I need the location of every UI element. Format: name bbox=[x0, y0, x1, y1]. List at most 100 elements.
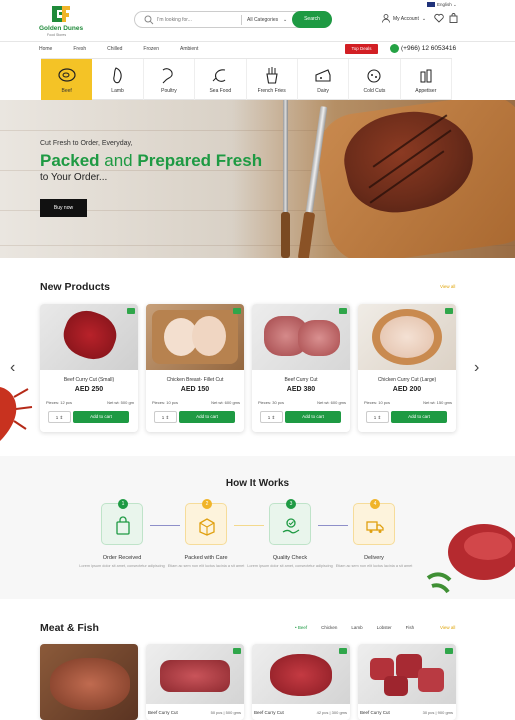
language-selector[interactable]: English ⌄ bbox=[427, 2, 457, 8]
add-to-cart-button[interactable]: Add to cart bbox=[285, 411, 341, 423]
product-card[interactable]: Chicken Curry Cut (Large) AED 200 Pieces… bbox=[358, 304, 456, 432]
steak-icon bbox=[58, 68, 76, 82]
category-label: Beef bbox=[61, 88, 72, 94]
product-card[interactable]: Chicken Breast- Fillet Cut AED 150 Piece… bbox=[146, 304, 244, 432]
account-label: My Account bbox=[393, 15, 419, 22]
step-description: Etiam ac sem non elit luctus lacinia a s… bbox=[335, 564, 413, 568]
order-bag-icon bbox=[116, 516, 130, 535]
tab-fish[interactable]: Fish bbox=[406, 625, 415, 630]
nav-item-fresh[interactable]: Fresh bbox=[73, 46, 86, 52]
meat-card[interactable]: Beef Curry Cut 30 pcs | 900 gms bbox=[358, 644, 456, 720]
cart-bag-icon[interactable] bbox=[449, 13, 458, 23]
roast-beef-image bbox=[40, 644, 138, 720]
meat-meta: 50 pcs | 500 gms bbox=[210, 710, 241, 715]
category-cold-cuts[interactable]: Cold Cuts bbox=[349, 59, 401, 100]
whatsapp-icon bbox=[390, 44, 399, 53]
featured-meat-card[interactable] bbox=[40, 644, 138, 720]
nav-item-home[interactable]: Home bbox=[39, 46, 52, 52]
nav-item-chilled[interactable]: Chilled bbox=[107, 46, 122, 52]
search-icon bbox=[144, 15, 154, 25]
add-to-cart-button[interactable]: Add to cart bbox=[391, 411, 447, 423]
product-pieces: Pieces: 12 pcs bbox=[46, 400, 73, 405]
category-label: Lamb bbox=[111, 88, 124, 94]
product-card[interactable]: Beef Curry Cut (Small) AED 250 Pieces: 1… bbox=[40, 304, 138, 432]
category-bar: Beef Lamb Poultry Sea Food French Fries … bbox=[41, 58, 452, 100]
carousel-next-arrow-icon[interactable]: › bbox=[474, 359, 479, 377]
search-input[interactable] bbox=[157, 15, 237, 25]
meat-fish-tabs: • Beef Chicken Lamb Lobster Fish bbox=[295, 625, 414, 630]
search-divider bbox=[241, 15, 242, 25]
step-number: 4 bbox=[370, 499, 380, 509]
tab-lamb[interactable]: Lamb bbox=[351, 625, 362, 630]
phone-contact[interactable]: (+966) 12 6053416 bbox=[390, 44, 456, 53]
product-image bbox=[358, 304, 456, 370]
quantity-stepper[interactable]: 1 ⇕ bbox=[260, 411, 283, 423]
step-title: Delivery bbox=[364, 555, 384, 561]
buy-now-button[interactable]: Buy now bbox=[40, 199, 87, 217]
meat-card[interactable]: Beef Curry Cut 42 pcs | 300 gms bbox=[252, 644, 350, 720]
nav-item-ambient[interactable]: Ambient bbox=[180, 46, 198, 52]
step-title: Packed with Care bbox=[184, 555, 228, 561]
category-dairy[interactable]: Dairy bbox=[298, 59, 350, 100]
tab-chicken[interactable]: Chicken bbox=[321, 625, 337, 630]
meat-fish-view-all-link[interactable]: View all bbox=[440, 625, 455, 630]
heart-icon[interactable] bbox=[434, 13, 444, 23]
fries-icon bbox=[266, 67, 278, 84]
step-icon-box: 4 bbox=[353, 499, 395, 545]
add-to-cart-button[interactable]: Add to cart bbox=[179, 411, 235, 423]
product-price: AED 380 bbox=[286, 386, 316, 393]
product-pieces: Pieces: 10 pcs bbox=[152, 400, 179, 405]
uk-flag-icon bbox=[427, 2, 435, 8]
category-french-fries[interactable]: French Fries bbox=[247, 59, 298, 100]
search-button[interactable]: Search bbox=[292, 11, 332, 28]
brand-logo[interactable]: Golden Dunes Food Stores bbox=[39, 4, 99, 38]
meat-fish-title: Meat & Fish bbox=[40, 622, 99, 634]
product-pieces: Pieces: 30 pcs bbox=[258, 400, 285, 405]
language-label: English bbox=[437, 2, 452, 7]
meat-card[interactable]: Beef Curry Cut 50 pcs | 500 gms bbox=[146, 644, 244, 720]
quantity-stepper[interactable]: 1 ⇕ bbox=[154, 411, 177, 423]
account-menu[interactable]: My Account ⌄ bbox=[382, 14, 426, 23]
lobster-image bbox=[0, 387, 33, 441]
product-name: Chicken Breast- Fillet Cut bbox=[166, 377, 224, 383]
product-card[interactable]: Beef Curry Cut AED 380 Pieces: 30 pcs Net… bbox=[252, 304, 350, 432]
phone-number: (+966) 12 6053416 bbox=[401, 45, 457, 52]
step-quality-check: 3 Quality Check Lorem ipsum dolor sit am… bbox=[247, 499, 333, 569]
quantity-stepper[interactable]: 1 ⇕ bbox=[366, 411, 389, 423]
chicken-leg-icon bbox=[162, 68, 173, 84]
meat-meta: 30 pcs | 900 gms bbox=[422, 710, 453, 715]
bottles-icon bbox=[420, 69, 432, 83]
hero-tagline: to Your Order... bbox=[40, 172, 108, 183]
step-title: Order Received bbox=[102, 555, 142, 561]
nav-item-frozen[interactable]: Frozen bbox=[143, 46, 159, 52]
hero-banner: Cut Fresh to Order, Everyday, Packed and… bbox=[0, 100, 515, 258]
category-label: Cold Cuts bbox=[363, 88, 386, 94]
uae-flag-badge bbox=[445, 648, 453, 654]
category-lamb[interactable]: Lamb bbox=[92, 59, 144, 100]
tab-beef[interactable]: • Beef bbox=[295, 625, 307, 630]
category-select[interactable]: All Categories bbox=[247, 17, 278, 23]
tab-lobster[interactable]: Lobster bbox=[377, 625, 392, 630]
top-deals-button[interactable]: Top Deals bbox=[345, 44, 378, 54]
category-poultry[interactable]: Poultry bbox=[144, 59, 196, 100]
main-nav: Home Fresh Chilled Frozen Ambient bbox=[39, 46, 219, 52]
lamb-rack-image bbox=[146, 644, 244, 704]
product-image bbox=[252, 304, 350, 370]
step-icon-box: 3 bbox=[269, 499, 311, 545]
user-icon bbox=[382, 14, 390, 23]
meat-name: Beef Curry Cut bbox=[254, 710, 284, 715]
chevron-down-icon: ⌄ bbox=[421, 15, 427, 22]
new-products-title: New Products bbox=[40, 281, 111, 293]
delivery-truck-icon bbox=[366, 521, 384, 533]
packing-box-icon bbox=[199, 518, 215, 536]
search-bar: All Categories ⌄ Search bbox=[134, 11, 332, 28]
category-beef[interactable]: Beef bbox=[41, 59, 93, 100]
step-title: Quality Check bbox=[272, 555, 308, 561]
category-appetiser[interactable]: Appetiser bbox=[401, 59, 452, 100]
cheese-icon bbox=[315, 69, 331, 82]
category-seafood[interactable]: Sea Food bbox=[195, 59, 247, 100]
product-price: AED 250 bbox=[74, 386, 104, 393]
add-to-cart-button[interactable]: Add to cart bbox=[73, 411, 129, 423]
new-products-view-all-link[interactable]: View all bbox=[440, 284, 455, 289]
quantity-stepper[interactable]: 1 ⇕ bbox=[48, 411, 71, 423]
